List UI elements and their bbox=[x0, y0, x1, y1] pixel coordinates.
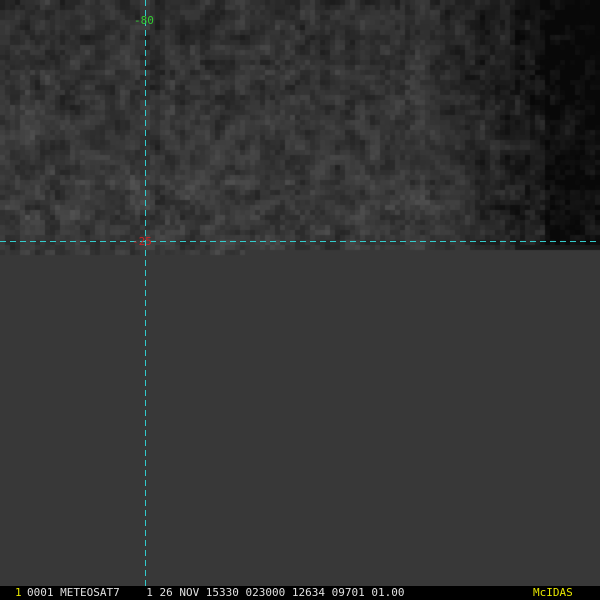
satellite-image-viewport: -80 -25 bbox=[0, 0, 600, 586]
longitude-label: -80 bbox=[134, 14, 154, 27]
latitude-label: -25 bbox=[132, 235, 152, 248]
frame-number: 1 bbox=[15, 586, 22, 599]
grid-overlay bbox=[0, 0, 600, 586]
status-bar: 1 0001 METEOSAT7 1 26 NOV 15330 023000 1… bbox=[0, 586, 600, 600]
mcidas-brand: McIDAS bbox=[533, 586, 573, 599]
image-metadata-text: 0001 METEOSAT7 1 26 NOV 15330 023000 126… bbox=[27, 586, 405, 599]
